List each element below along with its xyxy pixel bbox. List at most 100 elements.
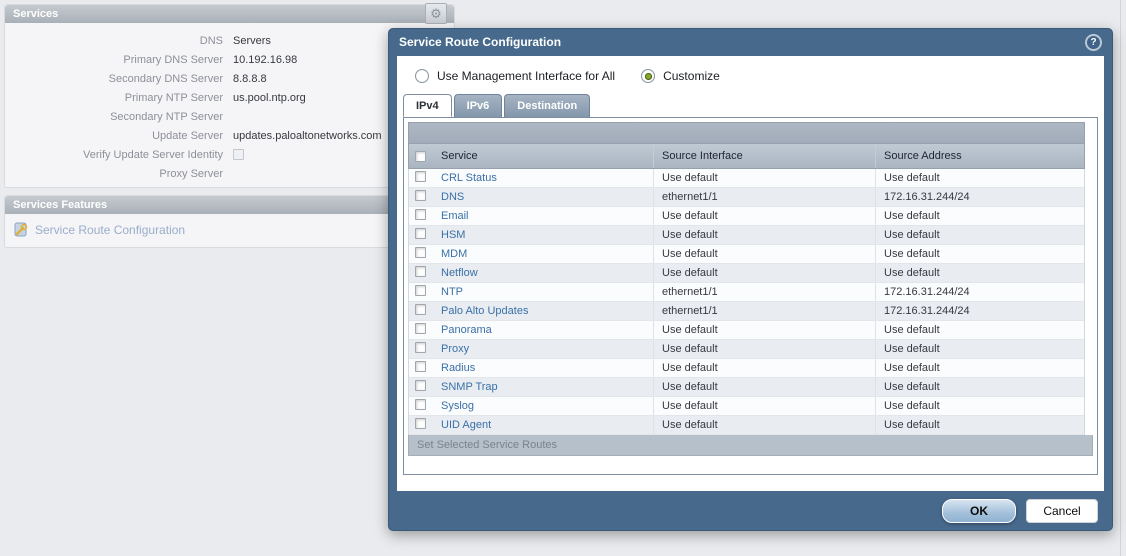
table-row[interactable]: RadiusUse defaultUse default bbox=[409, 359, 1084, 378]
row-checkbox[interactable] bbox=[415, 323, 426, 334]
service-route-configuration-link[interactable]: Service Route Configuration bbox=[35, 223, 185, 237]
service-route-configuration-row[interactable]: Service Route Configuration bbox=[5, 214, 454, 247]
row-checkbox[interactable] bbox=[415, 266, 426, 277]
source-interface-cell: Use default bbox=[653, 264, 875, 282]
table-row[interactable]: MDM Use defaultUse default bbox=[409, 245, 1084, 264]
table-row[interactable]: Syslog Use defaultUse default bbox=[409, 397, 1084, 416]
service-link[interactable]: NTP bbox=[441, 286, 463, 298]
row-checkbox[interactable] bbox=[415, 247, 426, 258]
row-checkbox-cell bbox=[409, 285, 433, 299]
verify-update-server-identity-checkbox[interactable] bbox=[233, 149, 244, 160]
row-checkbox[interactable] bbox=[415, 361, 426, 372]
service-link[interactable]: SNMP Trap bbox=[441, 381, 498, 393]
service-link[interactable]: MDM bbox=[441, 248, 467, 260]
source-address-cell: Use default bbox=[875, 245, 1084, 263]
source-interface-cell: Use default bbox=[653, 359, 875, 377]
gear-icon[interactable]: ⚙ bbox=[425, 3, 447, 24]
row-checkbox[interactable] bbox=[415, 418, 426, 429]
services-row-value: Servers bbox=[223, 35, 271, 47]
service-cell: SNMP Trap bbox=[433, 381, 653, 393]
services-row-label: Secondary NTP Server bbox=[5, 111, 223, 123]
service-link[interactable]: UID Agent bbox=[441, 419, 491, 431]
table-toolbar bbox=[408, 122, 1085, 143]
table-row[interactable]: Palo Alto Updatesethernet1/1172.16.31.24… bbox=[409, 302, 1084, 321]
source-address-cell: Use default bbox=[875, 340, 1084, 358]
source-interface-cell: Use default bbox=[653, 226, 875, 244]
service-cell: Email bbox=[433, 210, 653, 222]
row-checkbox[interactable] bbox=[415, 342, 426, 353]
radio-option-use-management-interface-for-all[interactable]: Use Management Interface for All bbox=[415, 69, 615, 83]
service-link[interactable]: DNS bbox=[441, 191, 464, 203]
radio-selected-icon bbox=[641, 69, 655, 83]
row-checkbox-cell bbox=[409, 380, 433, 394]
source-address-cell: Use default bbox=[875, 207, 1084, 225]
services-row-label: Update Server bbox=[5, 130, 223, 142]
row-checkbox-cell bbox=[409, 209, 433, 223]
table-row[interactable]: CRL StatusUse defaultUse default bbox=[409, 169, 1084, 188]
radio-option-label: Customize bbox=[663, 69, 720, 83]
row-checkbox-cell bbox=[409, 190, 433, 204]
tab-destination[interactable]: Destination bbox=[504, 94, 590, 117]
table-row[interactable]: DNS ethernet1/1172.16.31.244/24 bbox=[409, 188, 1084, 207]
table-row[interactable]: SNMP TrapUse defaultUse default bbox=[409, 378, 1084, 397]
column-header-source-address[interactable]: Source Address bbox=[875, 144, 1084, 168]
table-row[interactable]: HSM Use defaultUse default bbox=[409, 226, 1084, 245]
row-checkbox[interactable] bbox=[415, 380, 426, 391]
source-address-cell: 172.16.31.244/24 bbox=[875, 188, 1084, 206]
source-interface-cell: Use default bbox=[653, 245, 875, 263]
services-row: Verify Update Server Identity bbox=[5, 145, 454, 164]
row-checkbox[interactable] bbox=[415, 304, 426, 315]
table-row[interactable]: NTPethernet1/1172.16.31.244/24 bbox=[409, 283, 1084, 302]
table-row[interactable]: ProxyUse defaultUse default bbox=[409, 340, 1084, 359]
services-row-label: Primary DNS Server bbox=[5, 54, 223, 66]
services-panel-title: Services bbox=[13, 8, 58, 20]
row-checkbox[interactable] bbox=[415, 285, 426, 296]
radio-option-customize[interactable]: Customize bbox=[641, 69, 720, 83]
service-cell: Panorama bbox=[433, 324, 653, 336]
table-row[interactable]: UID AgentUse defaultUse default bbox=[409, 416, 1084, 435]
table-row[interactable]: Email Use defaultUse default bbox=[409, 207, 1084, 226]
cancel-button[interactable]: Cancel bbox=[1026, 499, 1098, 523]
row-checkbox-cell bbox=[409, 399, 433, 413]
service-link[interactable]: Panorama bbox=[441, 324, 492, 336]
service-cell: HSM bbox=[433, 229, 653, 241]
row-checkbox[interactable] bbox=[415, 228, 426, 239]
row-checkbox[interactable] bbox=[415, 209, 426, 220]
column-header-source-interface[interactable]: Source Interface bbox=[653, 144, 875, 168]
table-row[interactable]: NetflowUse defaultUse default bbox=[409, 264, 1084, 283]
source-address-cell: Use default bbox=[875, 226, 1084, 244]
row-checkbox[interactable] bbox=[415, 399, 426, 410]
source-address-cell: Use default bbox=[875, 397, 1084, 415]
row-checkbox[interactable] bbox=[415, 190, 426, 201]
services-features-header: Services Features bbox=[5, 196, 454, 214]
service-link[interactable]: Radius bbox=[441, 362, 475, 374]
service-link[interactable]: Netflow bbox=[441, 267, 478, 279]
service-link[interactable]: Proxy bbox=[441, 343, 469, 355]
service-cell: Proxy bbox=[433, 343, 653, 355]
tab-ipv6[interactable]: IPv6 bbox=[454, 94, 503, 117]
service-link[interactable]: Palo Alto Updates bbox=[441, 305, 528, 317]
services-rows: DNSServersPrimary DNS Server10.192.16.98… bbox=[5, 23, 454, 189]
service-link[interactable]: Email bbox=[441, 210, 469, 222]
radio-option-label: Use Management Interface for All bbox=[437, 69, 615, 83]
service-cell: Syslog bbox=[433, 400, 653, 412]
service-link[interactable]: HSM bbox=[441, 229, 465, 241]
select-all-checkbox[interactable] bbox=[415, 151, 426, 162]
set-selected-service-routes-button[interactable]: Set Selected Service Routes bbox=[408, 435, 1093, 456]
service-link[interactable]: CRL Status bbox=[441, 172, 497, 184]
column-header-service[interactable]: Service bbox=[433, 144, 653, 168]
row-checkbox[interactable] bbox=[415, 171, 426, 182]
source-interface-cell: ethernet1/1 bbox=[653, 188, 875, 206]
source-interface-cell: Use default bbox=[653, 207, 875, 225]
table-body: CRL StatusUse defaultUse defaultDNSether… bbox=[408, 169, 1085, 435]
service-link[interactable]: Syslog bbox=[441, 400, 474, 412]
service-cell: Netflow bbox=[433, 267, 653, 279]
table-row[interactable]: PanoramaUse defaultUse default bbox=[409, 321, 1084, 340]
source-address-cell: 172.16.31.244/24 bbox=[875, 283, 1084, 301]
services-row-label: Verify Update Server Identity bbox=[5, 149, 223, 161]
help-icon[interactable]: ? bbox=[1085, 34, 1102, 51]
source-interface-cell: Use default bbox=[653, 397, 875, 415]
service-cell: UID Agent bbox=[433, 419, 653, 431]
ok-button[interactable]: OK bbox=[942, 499, 1016, 523]
tab-ipv4[interactable]: IPv4 bbox=[403, 94, 452, 117]
